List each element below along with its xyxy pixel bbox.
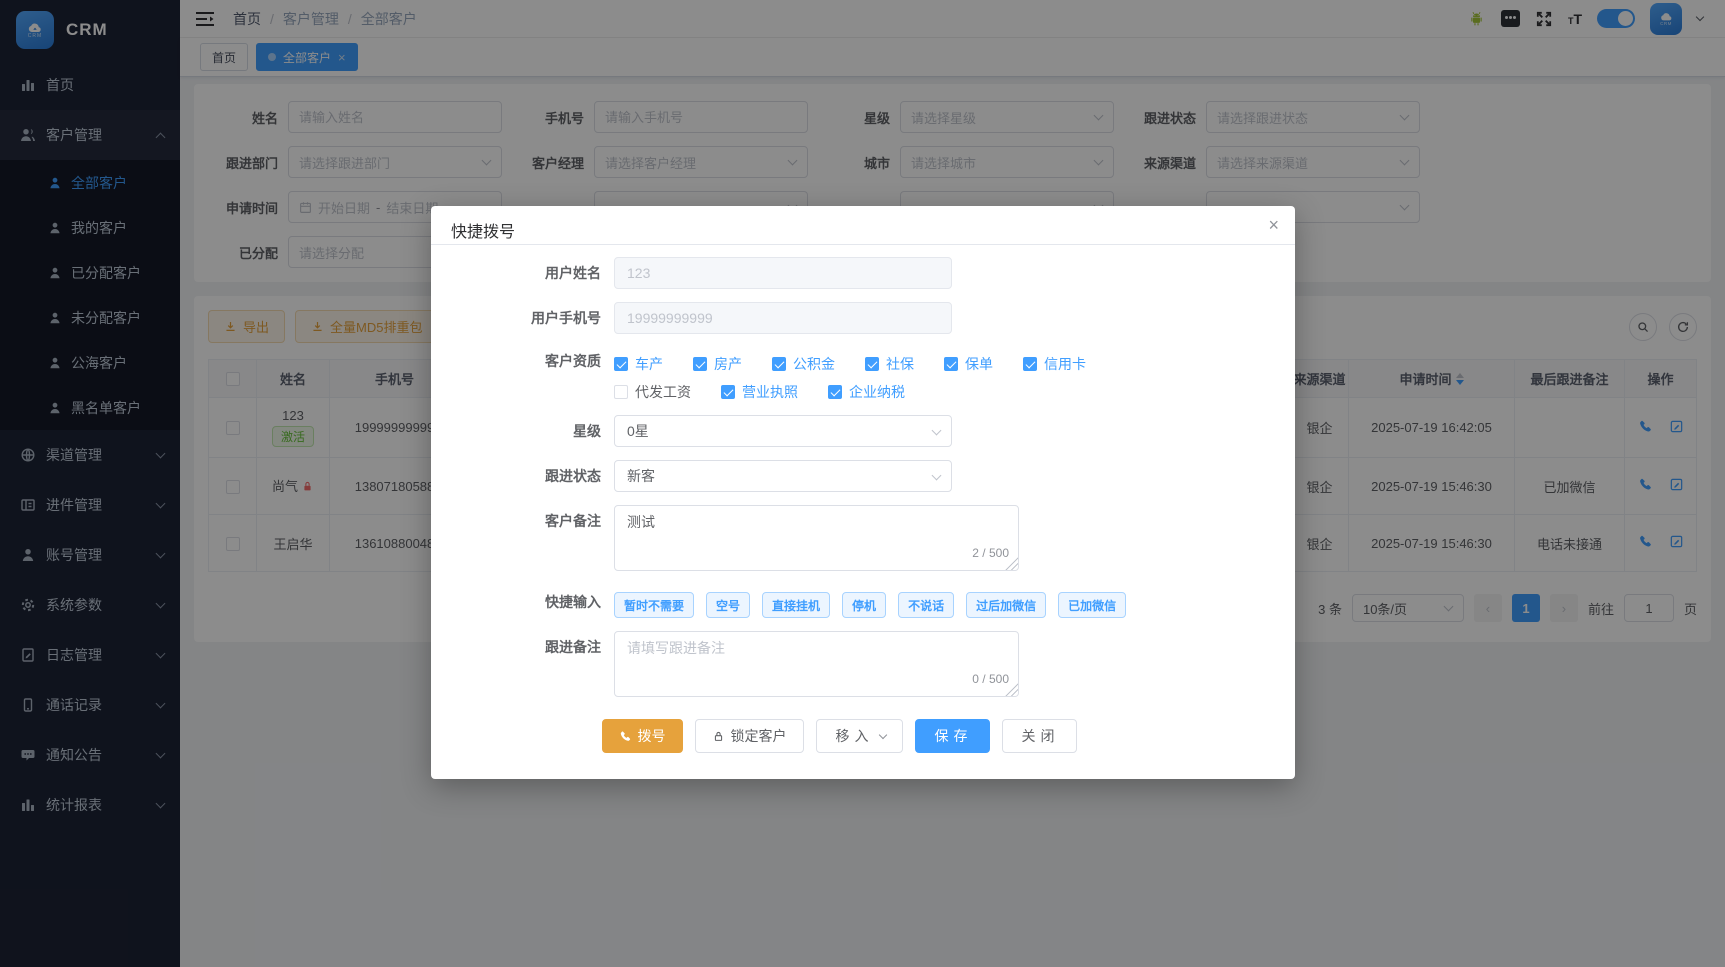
field-customer-remark: 客户备注 测试 2 / 500 xyxy=(451,505,1275,576)
quick-no-need-button[interactable]: 暂时不需要 xyxy=(614,592,694,618)
qual-checkbox-insurance-policy[interactable]: 保单 xyxy=(944,354,993,374)
move-into-button[interactable]: 移入 xyxy=(816,719,903,753)
close-button[interactable]: 关闭 xyxy=(1002,719,1077,753)
field-user-name: 用户姓名 xyxy=(451,257,1275,289)
user-name-input[interactable] xyxy=(614,257,952,289)
star-level-select[interactable]: 0星 xyxy=(614,415,952,447)
modal-footer: 拨号 锁定客户 移入 保存 关闭 xyxy=(431,715,1295,779)
save-button[interactable]: 保存 xyxy=(915,719,990,753)
modal-header: 快捷拨号 × xyxy=(431,206,1295,244)
quick-input-buttons: 暂时不需要 空号 直接挂机 停机 不说话 过后加微信 已加微信 xyxy=(614,589,1126,618)
chevron-down-icon xyxy=(932,426,942,436)
quick-suspended-button[interactable]: 停机 xyxy=(842,592,886,618)
follow-remark-textarea[interactable] xyxy=(614,631,1019,697)
dial-button[interactable]: 拨号 xyxy=(602,719,683,753)
quick-wechat-added-button[interactable]: 已加微信 xyxy=(1058,592,1126,618)
qual-checkbox-house-asset[interactable]: 房产 xyxy=(693,354,742,374)
field-quick-input: 快捷输入 暂时不需要 空号 直接挂机 停机 不说话 过后加微信 已加微信 xyxy=(451,589,1275,618)
qual-checkbox-business-license[interactable]: 营业执照 xyxy=(721,382,798,402)
qual-checkbox-corporate-tax[interactable]: 企业纳税 xyxy=(828,382,905,402)
user-phone-input[interactable] xyxy=(614,302,952,334)
quick-hangup-button[interactable]: 直接挂机 xyxy=(762,592,830,618)
field-follow-remark: 跟进备注 0 / 500 xyxy=(451,631,1275,702)
field-star-level: 星级 0星 xyxy=(451,415,1275,447)
phone-icon xyxy=(619,730,632,743)
char-counter: 2 / 500 xyxy=(972,546,1009,560)
follow-status-select[interactable]: 新客 xyxy=(614,460,952,492)
field-follow-status: 跟进状态 新客 xyxy=(451,460,1275,492)
quick-wechat-later-button[interactable]: 过后加微信 xyxy=(966,592,1046,618)
chevron-down-icon xyxy=(932,471,942,481)
modal-title: 快捷拨号 xyxy=(451,224,515,241)
lock-customer-button[interactable]: 锁定客户 xyxy=(695,719,804,753)
qual-checkbox-car-asset[interactable]: 车产 xyxy=(614,354,663,374)
char-counter: 0 / 500 xyxy=(972,672,1009,686)
quick-empty-number-button[interactable]: 空号 xyxy=(706,592,750,618)
field-qualifications: 客户资质 车产 房产 公积金 社保 保单 信用卡 代发工资 营业执照 企业纳税 xyxy=(451,347,1275,402)
quick-no-talk-button[interactable]: 不说话 xyxy=(898,592,954,618)
qual-checkbox-credit-card[interactable]: 信用卡 xyxy=(1023,354,1086,374)
field-user-phone: 用户手机号 xyxy=(451,302,1275,334)
chevron-down-icon xyxy=(878,730,886,738)
qual-checkbox-salary-payroll[interactable]: 代发工资 xyxy=(614,382,691,402)
lock-icon xyxy=(712,730,725,743)
qual-checkbox-provident-fund[interactable]: 公积金 xyxy=(772,354,835,374)
close-icon[interactable]: × xyxy=(1268,216,1279,234)
quick-dial-modal: 快捷拨号 × 用户姓名 用户手机号 客户资质 车产 房产 公积金 社保 保单 信… xyxy=(431,206,1295,779)
modal-body: 用户姓名 用户手机号 客户资质 车产 房产 公积金 社保 保单 信用卡 代发工资… xyxy=(431,244,1295,715)
qual-checkbox-social-security[interactable]: 社保 xyxy=(865,354,914,374)
customer-remark-textarea[interactable]: 测试 xyxy=(614,505,1019,571)
qualification-checkbox-group: 车产 房产 公积金 社保 保单 信用卡 代发工资 营业执照 企业纳税 xyxy=(614,347,1174,402)
